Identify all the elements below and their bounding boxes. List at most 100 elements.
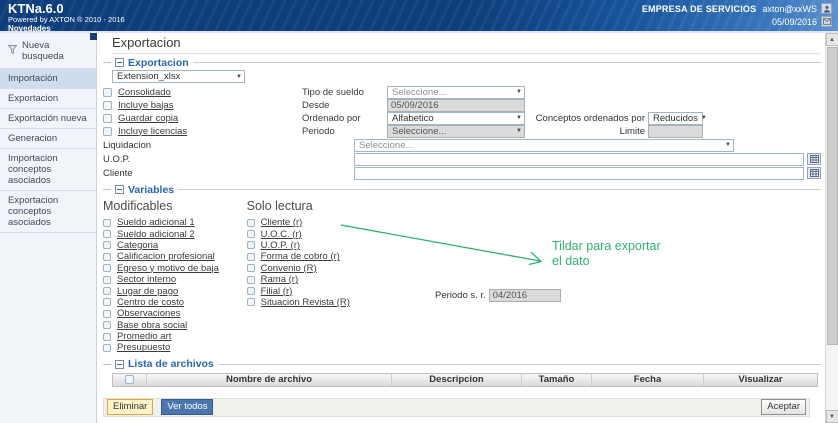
user-icon[interactable] xyxy=(821,3,832,14)
files-legend-row: Lista de archivos xyxy=(103,359,821,370)
variable-link[interactable]: Rama (r) xyxy=(261,274,298,285)
checkbox[interactable] xyxy=(247,298,255,306)
variable-link[interactable]: U.O.P. (r) xyxy=(261,240,300,251)
sidebar-item-importacion[interactable]: Importación xyxy=(0,69,96,89)
variable-link[interactable]: Base obra social xyxy=(117,320,187,331)
guardar-copia-checkbox[interactable] xyxy=(103,114,112,123)
checkbox[interactable] xyxy=(247,230,255,238)
modificables-title: Modificables xyxy=(103,199,244,213)
checkbox[interactable] xyxy=(103,344,111,352)
sidebar-item-generacion[interactable]: Generacion xyxy=(0,129,96,149)
form-row: Liquidacion Seleccione... ▼ xyxy=(103,138,821,152)
list-item: Base obra social xyxy=(103,320,244,331)
variable-link[interactable]: Sueldo adicional 1 xyxy=(117,217,195,228)
variable-link[interactable]: Sueldo adicional 2 xyxy=(117,229,195,240)
checkbox[interactable] xyxy=(103,287,111,295)
variable-link[interactable]: Centro de costo xyxy=(117,297,184,308)
incluye-bajas-link[interactable]: Incluye bajas xyxy=(118,100,302,111)
checkbox[interactable] xyxy=(103,333,111,341)
checkbox[interactable] xyxy=(103,219,111,227)
module-title: Novedades xyxy=(8,24,125,33)
checkbox[interactable] xyxy=(103,264,111,272)
variable-link[interactable]: Situacion Revista (R) xyxy=(261,297,350,308)
checkbox[interactable] xyxy=(247,264,255,272)
app-header: KTNa.6.0 Powered by AXTON ® 2010 - 2016 … xyxy=(0,0,838,33)
checkbox[interactable] xyxy=(103,310,111,318)
scroll-up-icon[interactable]: ▲ xyxy=(826,33,838,46)
column-header-fecha: Fecha xyxy=(592,374,704,386)
sidebar-search[interactable]: Nueva busqueda xyxy=(0,36,96,69)
annotation-note: Tildar para exportar el dato xyxy=(552,239,661,269)
header-left: KTNa.6.0 Powered by AXTON ® 2010 - 2016 … xyxy=(8,2,125,31)
variable-link[interactable]: Calificacion profesional xyxy=(117,251,215,262)
column-header-descripcion: Descripcion xyxy=(392,374,522,386)
chevron-down-icon: ▼ xyxy=(701,115,707,121)
cliente-lookup-button[interactable] xyxy=(807,167,821,179)
checkbox[interactable] xyxy=(247,253,255,261)
list-item: Categoria xyxy=(103,240,244,251)
variable-link[interactable]: Sector interno xyxy=(117,274,176,285)
incluye-licencias-checkbox[interactable] xyxy=(103,127,112,136)
checkbox[interactable] xyxy=(247,241,255,249)
checkbox[interactable] xyxy=(103,321,111,329)
collapse-icon[interactable] xyxy=(115,185,124,194)
uop-input[interactable] xyxy=(354,153,804,166)
variable-link[interactable]: Forma de cobro (r) xyxy=(261,251,340,262)
conceptos-ordenados-select[interactable]: Reducidos ▼ xyxy=(648,112,703,125)
variable-link[interactable]: Promedio art xyxy=(117,331,171,342)
variable-link[interactable]: Categoria xyxy=(117,240,158,251)
consolidado-link[interactable]: Consolidado xyxy=(118,87,302,98)
incluye-licencias-link[interactable]: Incluye licencias xyxy=(118,126,302,137)
sidebar-item-exportacion-conceptos[interactable]: Exportacion conceptos asociados xyxy=(0,191,96,233)
checkbox[interactable] xyxy=(103,241,111,249)
header-right: EMPRESA DE SERVICIOS axton@xxWS 05/09/20… xyxy=(642,2,832,31)
variable-link[interactable]: U.O.C. (r) xyxy=(261,229,302,240)
vertical-scrollbar[interactable]: ▲ ▼ xyxy=(825,33,838,423)
checkbox[interactable] xyxy=(103,230,111,238)
checkbox[interactable] xyxy=(247,219,255,227)
cliente-input[interactable] xyxy=(354,167,804,180)
form-row: U.O.P. xyxy=(103,152,821,166)
periodo-sr-input[interactable]: 04/2016 xyxy=(489,289,561,302)
ver-todos-button[interactable]: Ver todos xyxy=(161,399,213,415)
files-table-header: Nombre de archivo Descripcion Tamaño Fec… xyxy=(112,373,818,387)
variable-link[interactable]: Egreso y motivo de baja xyxy=(117,263,219,274)
periodo-value: Seleccione... xyxy=(392,126,446,137)
guardar-copia-link[interactable]: Guardar copia xyxy=(118,113,302,124)
sidebar-item-importacion-conceptos[interactable]: Importacion conceptos asociados xyxy=(0,149,96,191)
aceptar-button[interactable]: Aceptar xyxy=(761,399,806,415)
sidebar-item-exportacion-nueva[interactable]: Exportación nueva xyxy=(0,109,96,129)
collapse-icon[interactable] xyxy=(115,360,124,369)
uop-lookup-button[interactable] xyxy=(807,153,821,165)
checkbox[interactable] xyxy=(103,298,111,306)
column-header-nombre: Nombre de archivo xyxy=(147,374,392,386)
sidebar-item-exportacion[interactable]: Exportacion xyxy=(0,89,96,109)
select-all-checkbox[interactable] xyxy=(125,375,134,384)
checkbox[interactable] xyxy=(247,287,255,295)
desde-input[interactable]: 05/09/2016 xyxy=(387,99,525,112)
incluye-bajas-checkbox[interactable] xyxy=(103,101,112,110)
collapse-icon[interactable] xyxy=(115,58,124,67)
export-section: Exportacion Extension_xlsx ▼ Consolidado… xyxy=(103,57,821,180)
consolidado-checkbox[interactable] xyxy=(103,88,112,97)
eliminar-button[interactable]: Eliminar xyxy=(107,399,153,415)
variable-link[interactable]: Lugar de pago xyxy=(117,286,178,297)
scrollbar-thumb[interactable] xyxy=(827,47,838,345)
mail-icon[interactable] xyxy=(821,16,832,27)
variable-link[interactable]: Convenio (R) xyxy=(261,263,317,274)
sidebar-collapse-handle[interactable] xyxy=(90,33,97,40)
checkbox[interactable] xyxy=(247,276,255,284)
scroll-down-icon[interactable]: ▼ xyxy=(826,410,838,423)
solo-lectura-title: Solo lectura xyxy=(247,199,487,213)
checkbox[interactable] xyxy=(103,253,111,261)
variable-link[interactable]: Filial (r) xyxy=(261,286,293,297)
liquidacion-select[interactable]: Seleccione... ▼ xyxy=(354,139,734,152)
checkbox[interactable] xyxy=(103,276,111,284)
variable-link[interactable]: Cliente (r) xyxy=(261,217,303,228)
extension-select[interactable]: Extension_xlsx ▼ xyxy=(112,70,245,83)
variable-link[interactable]: Presupuesto xyxy=(117,342,170,353)
tipo-sueldo-select[interactable]: Seleccione... ▼ xyxy=(387,86,525,99)
annotation-arrow xyxy=(337,221,552,276)
limite-input[interactable] xyxy=(648,125,703,138)
variable-link[interactable]: Observaciones xyxy=(117,308,180,319)
